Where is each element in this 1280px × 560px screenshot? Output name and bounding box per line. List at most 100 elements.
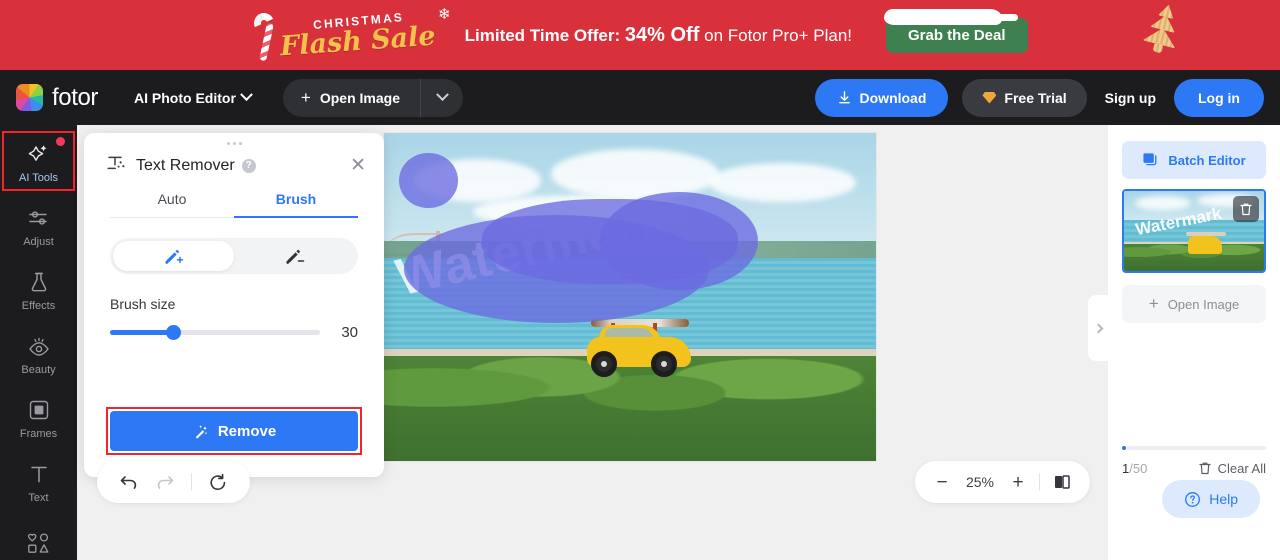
question-mark-icon[interactable]: ? <box>241 158 256 173</box>
trash-icon <box>1240 203 1252 215</box>
magic-wand-icon <box>195 424 208 439</box>
promo-offer-text: Limited Time Offer: 34% Off on Fotor Pro… <box>465 24 852 47</box>
open-image-label: Open Image <box>1167 296 1240 312</box>
photo-cloud <box>708 162 857 202</box>
toolbar-divider <box>191 473 192 491</box>
sliders-icon <box>26 206 52 230</box>
brush-size-label: Brush size <box>110 296 176 312</box>
grab-the-deal-wrapper: Grab the Deal <box>884 8 1028 53</box>
brush-size-slider-thumb[interactable] <box>166 325 181 340</box>
reset-button[interactable] <box>208 473 228 492</box>
compare-view-icon <box>1055 475 1070 489</box>
elements-icon <box>26 532 52 556</box>
clear-all-button[interactable]: Clear All <box>1198 461 1266 476</box>
open-image-label: Open Image <box>319 89 400 106</box>
fotor-logo-icon <box>16 84 43 111</box>
tab-auto[interactable]: Auto <box>110 191 234 218</box>
nav-actions: Download Free Trial Sign up Log in <box>814 78 1264 117</box>
reset-icon <box>210 473 226 490</box>
frame-icon <box>26 398 52 422</box>
remove-button[interactable]: Remove <box>110 411 358 451</box>
sidebar-item-label: Frames <box>19 428 58 440</box>
free-trial-button[interactable]: Free Trial <box>962 78 1087 117</box>
delete-image-button[interactable] <box>1233 196 1259 222</box>
sign-up-button[interactable]: Sign up <box>1101 90 1160 106</box>
panel-header: Text Remover ? ✕ <box>84 145 384 177</box>
fotor-photo-editor-app: CHRISTMAS Flash Sale ❄ Limited Time Offe… <box>0 0 1280 560</box>
brush-mask-stroke <box>600 192 758 291</box>
cookie-tree-icon <box>1134 0 1191 59</box>
sidebar-item-label: Text <box>28 492 49 504</box>
zoom-out-button[interactable]: − <box>933 473 951 492</box>
batch-editor-button[interactable]: Batch Editor <box>1122 141 1266 179</box>
image-count-progress <box>1122 446 1266 450</box>
free-trial-label: Free Trial <box>1004 89 1067 106</box>
editor-photo[interactable]: Watermark <box>384 133 876 461</box>
image-count: 1/50 <box>1122 461 1147 476</box>
image-thumbnail[interactable]: Watermark <box>1122 189 1266 273</box>
open-image-button[interactable]: + Open Image <box>283 78 421 117</box>
redo-button[interactable] <box>155 473 175 491</box>
right-panel-collapse-toggle[interactable] <box>1088 295 1108 361</box>
zoom-toolbar: − 25% + <box>915 461 1090 503</box>
question-circle-icon <box>1185 491 1201 507</box>
open-image-group: + Open Image <box>282 78 463 117</box>
sidebar-item-frames[interactable]: Frames <box>0 387 77 451</box>
photo-yellow-car <box>581 317 699 379</box>
tab-brush[interactable]: Brush <box>234 191 358 218</box>
sidebar-item-beauty[interactable]: Beauty <box>0 323 77 387</box>
redo-icon <box>157 476 174 489</box>
download-label: Download <box>859 89 927 106</box>
christmas-wordmark: CHRISTMAS Flash Sale <box>280 10 437 62</box>
toolbar-divider <box>1039 473 1040 491</box>
text-remover-panel: Text Remover ? ✕ Auto Brush Brush size 3… <box>84 133 384 477</box>
promo-banner-content: CHRISTMAS Flash Sale ❄ Limited Time Offe… <box>251 5 1028 65</box>
brush-mask-dot <box>398 152 458 209</box>
plus-icon: + <box>1148 294 1159 313</box>
flash-sale-label: Flash Sale <box>279 20 437 63</box>
log-in-button[interactable]: Log in <box>1174 78 1264 117</box>
panel-title: Text Remover <box>136 156 235 174</box>
help-button[interactable]: Help <box>1162 480 1260 518</box>
panel-drag-handle[interactable] <box>84 133 384 145</box>
sidebar-item-ai-tools[interactable]: AI Tools <box>0 131 77 195</box>
open-image-dropdown-button[interactable] <box>421 79 463 117</box>
brush-erase-button[interactable] <box>234 241 355 271</box>
promo-banner: CHRISTMAS Flash Sale ❄ Limited Time Offe… <box>0 0 1280 70</box>
brush-size-value: 30 <box>341 324 358 341</box>
zoom-level-value: 25% <box>965 474 995 490</box>
panel-tabs: Auto Brush <box>110 191 358 218</box>
flask-icon <box>26 270 52 294</box>
download-button[interactable]: Download <box>814 78 949 117</box>
thumbnail-car <box>1188 235 1223 254</box>
remove-label: Remove <box>217 422 277 440</box>
chevron-right-icon <box>1093 323 1103 333</box>
close-icon[interactable]: ✕ <box>350 156 366 175</box>
sidebar-item-adjust[interactable]: Adjust <box>0 195 77 259</box>
count-and-clear-row: 1/50 Clear All <box>1122 461 1266 476</box>
compare-view-button[interactable] <box>1052 473 1072 491</box>
sidebar-item-label: Beauty <box>21 364 56 376</box>
sparkles-icon <box>26 142 52 166</box>
snowflake-icon: ❄ <box>438 6 451 23</box>
christmas-flash-sale-lockup: CHRISTMAS Flash Sale ❄ <box>251 5 451 65</box>
open-image-button-panel[interactable]: + Open Image <box>1122 285 1266 323</box>
help-label: Help <box>1209 491 1238 507</box>
brush-add-button[interactable] <box>113 241 234 271</box>
top-navigation-bar: fotor AI Photo Editor + Open Image Downl… <box>0 70 1280 125</box>
sidebar-item-elements[interactable] <box>0 515 77 560</box>
product-menu-dropdown[interactable]: AI Photo Editor <box>134 88 253 106</box>
undo-button[interactable] <box>119 473 139 491</box>
sidebar-item-effects[interactable]: Effects <box>0 259 77 323</box>
trash-icon <box>1198 462 1211 475</box>
fotor-logo[interactable]: fotor <box>16 84 98 112</box>
brush-add-icon <box>164 249 183 264</box>
thumbnail-surfboard <box>1185 231 1226 236</box>
brush-mode-toggle <box>110 238 358 274</box>
zoom-in-button[interactable]: + <box>1009 473 1027 492</box>
notification-dot <box>56 137 65 146</box>
sidebar-item-text[interactable]: Text <box>0 451 77 515</box>
batch-editor-label: Batch Editor <box>1168 152 1246 168</box>
brush-size-slider[interactable] <box>110 325 320 340</box>
sidebar-item-label: Adjust <box>23 236 54 248</box>
